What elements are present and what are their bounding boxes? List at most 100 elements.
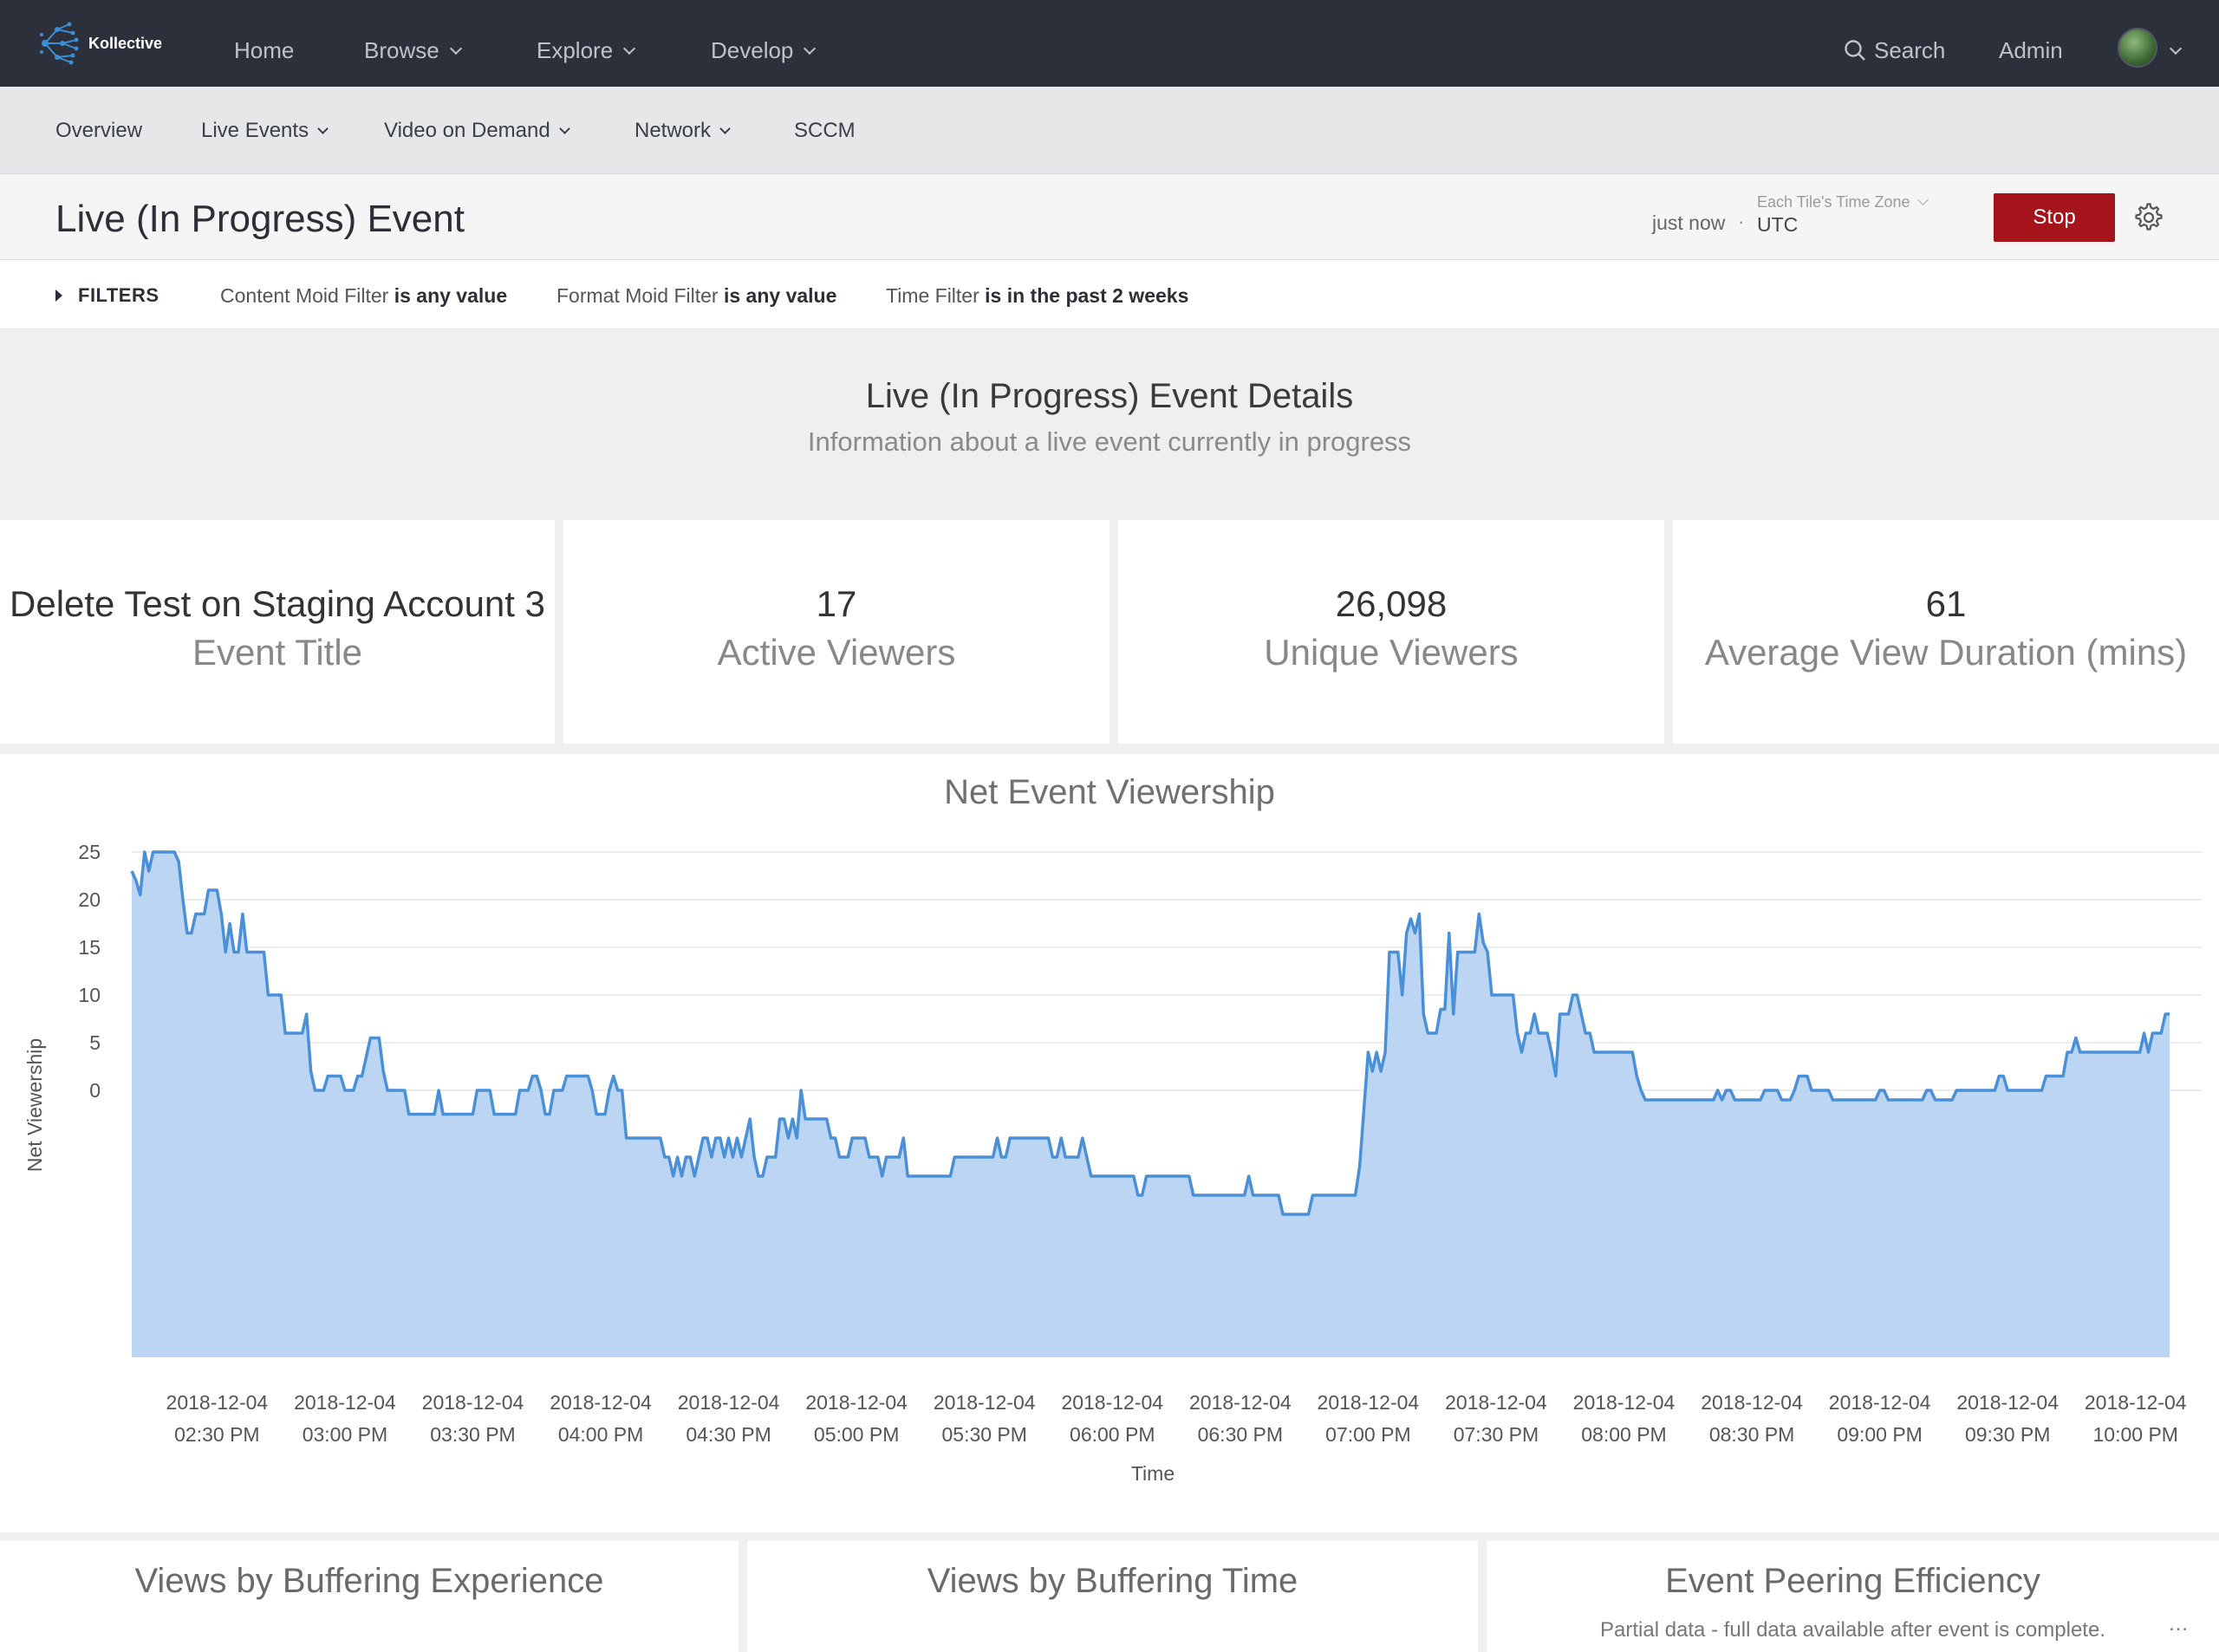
filter-time[interactable]: Time Filter is in the past 2 weeks (886, 284, 1188, 308)
x-tick-label: 04:00 PM (558, 1423, 643, 1446)
timezone-selector[interactable]: Each Tile's Time Zone (1757, 193, 1929, 211)
logo-text: Kollective (88, 34, 163, 52)
net-event-viewership-tile: Net Event Viewership 0 5 10 15 20 25 2018-12-0… (0, 754, 2219, 1532)
separator-dot: · (1738, 211, 1745, 232)
chevron-down-icon (449, 42, 462, 55)
x-tick-label: 09:30 PM (1965, 1423, 2050, 1446)
nav-admin-label: Admin (1999, 37, 2063, 63)
tile-value: 61 (1925, 583, 1967, 624)
nav-search[interactable]: Search (1843, 0, 1945, 87)
x-tick-label: 07:30 PM (1454, 1423, 1539, 1446)
x-tick-label: 2018-12-04 (1829, 1391, 1931, 1414)
page-title: Live (In Progress) Event (55, 198, 465, 240)
y-tick-label: 15 (78, 936, 101, 959)
chevron-down-icon (2169, 42, 2183, 55)
tile-value: Delete Test on Staging Account 3 (10, 583, 545, 624)
top-navbar: Kollective Home Browse Explore Develop S… (0, 0, 2219, 87)
subnav-overview-label: Overview (55, 119, 143, 142)
chevron-down-icon (719, 123, 731, 134)
dashboard-title: Live (In Progress) Event Details (865, 377, 1354, 415)
x-tick-label: 2018-12-04 (934, 1391, 1036, 1414)
gear-icon[interactable] (2134, 203, 2164, 232)
chevron-down-icon (558, 123, 570, 134)
x-tick-label: 2018-12-04 (294, 1391, 396, 1414)
x-tick-label: 03:30 PM (430, 1423, 515, 1446)
nav-home[interactable]: Home (234, 0, 294, 87)
subnav-network[interactable]: Network (634, 87, 731, 173)
filters-toggle[interactable]: FILTERS (55, 284, 159, 307)
filter-condition: is any value (394, 284, 508, 307)
nav-admin[interactable]: Admin (1999, 0, 2063, 87)
x-tick-label: 2018-12-04 (678, 1391, 780, 1414)
y-tick-label: 0 (89, 1079, 101, 1102)
tile-label: Unique Viewers (1264, 632, 1519, 673)
tile-title: Event Peering Efficiency (1665, 1562, 2040, 1600)
filter-name: Content Moid Filter (220, 284, 389, 307)
x-tick-label: 05:30 PM (941, 1423, 1026, 1446)
tile-title: Views by Buffering Experience (134, 1562, 604, 1600)
subnav-video-on-demand-label: Video on Demand (384, 119, 550, 142)
nav-develop-label: Develop (711, 37, 794, 63)
x-tick-label: 2018-12-04 (1189, 1391, 1292, 1414)
y-tick-label: 10 (78, 984, 101, 1006)
x-tick-label: 2018-12-04 (1445, 1391, 1547, 1414)
nav-home-label: Home (234, 37, 295, 63)
filter-format-moid[interactable]: Format Moid Filter is any value (556, 284, 836, 308)
subnav-live-events[interactable]: Live Events (201, 87, 329, 173)
nav-browse[interactable]: Browse (364, 0, 462, 87)
kollective-logo[interactable]: Kollective (36, 17, 162, 69)
x-tick-label: 05:00 PM (814, 1423, 899, 1446)
tile-average-view-duration: 61 Average View Duration (mins) (1673, 520, 2219, 744)
subnav-sccm-label: SCCM (794, 119, 856, 142)
tile-title: Views by Buffering Time (927, 1562, 1298, 1600)
x-tick-label: 2018-12-04 (422, 1391, 524, 1414)
timezone-label: Each Tile's Time Zone (1757, 193, 1910, 211)
y-tick-label: 5 (89, 1031, 101, 1054)
subnav-live-events-label: Live Events (201, 119, 309, 142)
x-tick-label: 2018-12-04 (1318, 1391, 1420, 1414)
caret-right-icon (55, 289, 62, 302)
user-menu-toggle[interactable] (2159, 0, 2183, 87)
nav-explore-label: Explore (537, 37, 614, 63)
tile-event-title: Delete Test on Staging Account 3 Event T… (0, 520, 555, 744)
chevron-down-icon (317, 123, 329, 134)
subnav-sccm[interactable]: SCCM (794, 87, 856, 173)
tile-unique-viewers: 26,098 Unique Viewers (1118, 520, 1664, 744)
more-options-icon[interactable]: … (2168, 1612, 2189, 1636)
filter-condition: is in the past 2 weeks (985, 284, 1189, 307)
subnav-video-on-demand[interactable]: Video on Demand (384, 87, 570, 173)
y-axis-label: Net Viewership (23, 1038, 46, 1172)
search-icon (1845, 40, 1865, 61)
x-tick-label: 2018-12-04 (805, 1391, 908, 1414)
filter-name: Time Filter (886, 284, 979, 307)
dashboard-header: Live (In Progress) Event just now · Each… (0, 174, 2219, 260)
kollective-logo-icon (40, 22, 79, 65)
tile-value: 26,098 (1335, 583, 1448, 624)
dashboard-title-tile: Live (In Progress) Event Details Informa… (0, 329, 2219, 518)
x-tick-label: 04:30 PM (686, 1423, 771, 1446)
tile-value: 17 (816, 583, 857, 624)
chevron-down-icon (804, 42, 817, 55)
user-avatar[interactable] (2118, 28, 2157, 68)
x-tick-label: 10:00 PM (2093, 1423, 2178, 1446)
x-tick-label: 03:00 PM (303, 1423, 387, 1446)
nav-develop[interactable]: Develop (711, 0, 817, 87)
filters-toggle-label: FILTERS (78, 284, 159, 306)
chevron-down-icon (623, 42, 636, 55)
filters-bar: FILTERS Content Moid Filter is any value… (0, 260, 2219, 329)
tile-active-viewers: 17 Active Viewers (563, 520, 1110, 744)
x-tick-label: 2018-12-04 (2085, 1391, 2187, 1414)
x-tick-label: 2018-12-04 (1061, 1391, 1163, 1414)
tile-label: Average View Duration (mins) (1704, 632, 2188, 673)
filter-name: Format Moid Filter (556, 284, 719, 307)
filter-content-moid[interactable]: Content Moid Filter is any value (220, 284, 507, 308)
x-tick-label: 2018-12-04 (550, 1391, 652, 1414)
x-axis-label: Time (1131, 1462, 1175, 1485)
stop-button[interactable]: Stop (1994, 193, 2115, 242)
nav-explore[interactable]: Explore (537, 0, 636, 87)
subnav-overview[interactable]: Overview (55, 87, 142, 173)
x-tick-label: 2018-12-04 (166, 1391, 269, 1414)
x-tick-label: 09:00 PM (1837, 1423, 1922, 1446)
net-viewership-chart: 0 5 10 15 20 25 2018-12-04 02:30 PM 2018-12-04 03… (23, 841, 2202, 1485)
tile-event-peering-efficiency: Event Peering Efficiency Partial data - … (1487, 1541, 2219, 1652)
